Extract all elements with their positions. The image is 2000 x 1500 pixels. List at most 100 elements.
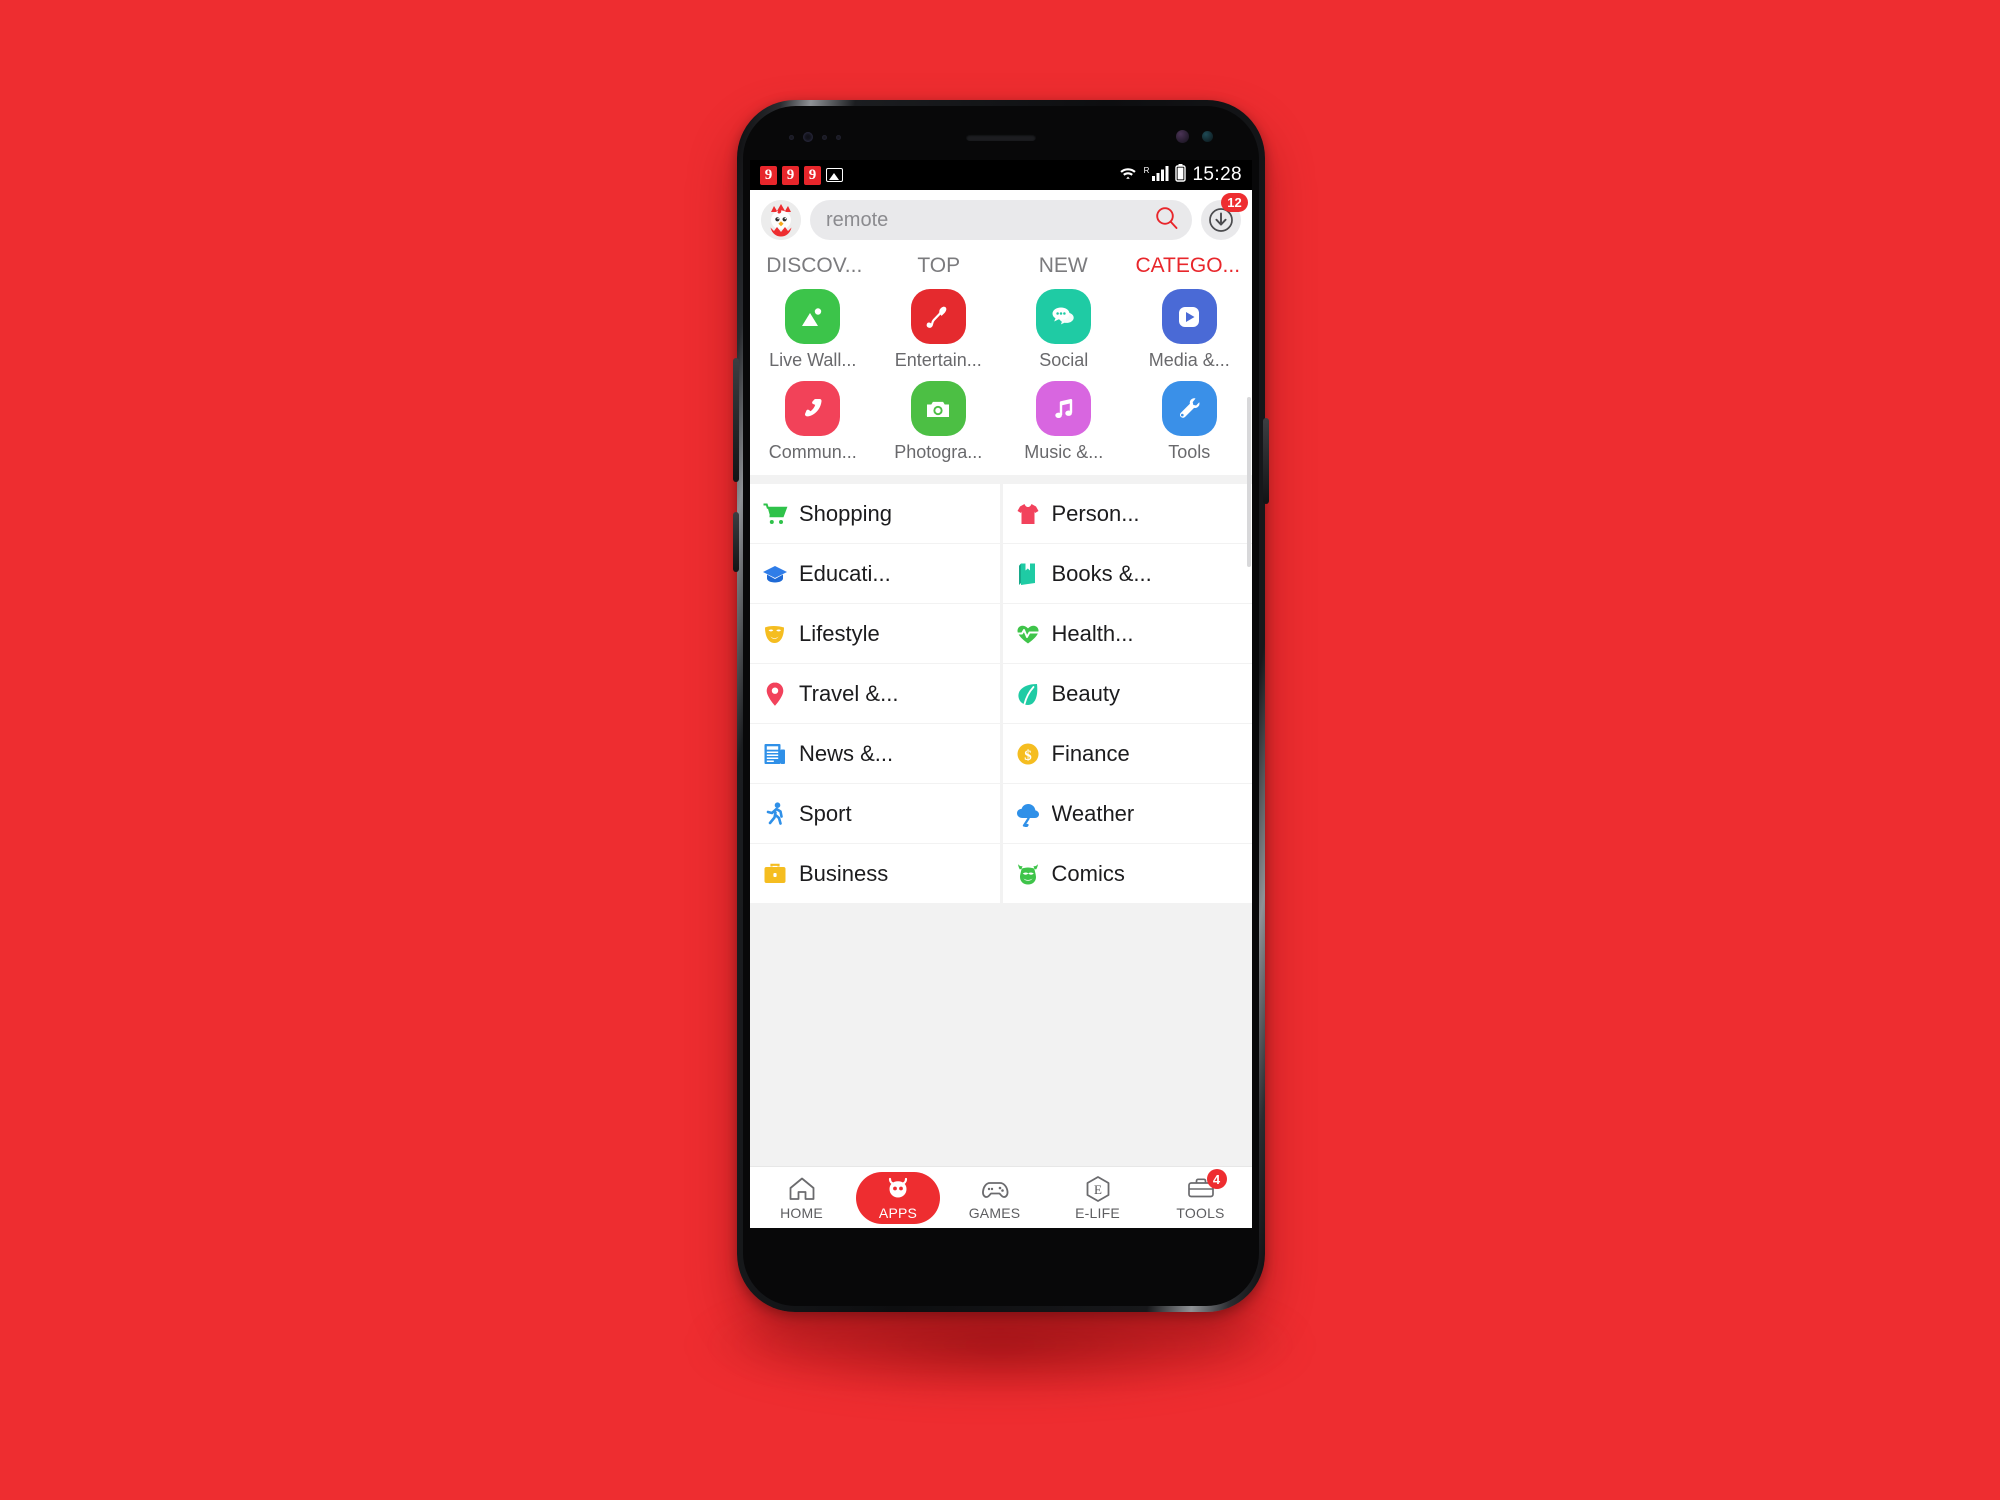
phone-device: 9 9 9 R 15:28 remote 12 DISCOV... TOP NE…: [733, 100, 1269, 1312]
list-item-weather[interactable]: Weather: [999, 784, 1252, 844]
category-content-scroll[interactable]: Live Wall... Entertain... Social Media &…: [750, 275, 1252, 1166]
front-camera-icon: [1176, 130, 1189, 143]
tools-count-badge: 4: [1206, 1169, 1227, 1189]
notification-badge: 9: [782, 165, 799, 185]
list-item-business[interactable]: Business: [750, 844, 1000, 904]
light-sensor-icon: [822, 134, 827, 140]
table-row: Shopping Person...: [750, 484, 1252, 544]
iris-sensor-icon: [803, 132, 813, 142]
list-item-travel[interactable]: Travel &...: [750, 664, 1000, 724]
runner-icon: [762, 801, 788, 827]
search-header: remote 12: [750, 190, 1252, 249]
grid-item-label: Live Wall...: [769, 350, 857, 370]
list-item-health[interactable]: Health...: [999, 604, 1252, 664]
featured-category-grid: Live Wall... Entertain... Social Media &…: [750, 275, 1252, 475]
grid-item-music[interactable]: Music &...: [1001, 377, 1127, 469]
list-item-shopping[interactable]: Shopping: [750, 484, 1000, 544]
nav-item-label: GAMES: [968, 1205, 1021, 1221]
category-list: Shopping Person... Educati... Books &...…: [750, 484, 1252, 904]
grid-item-label: Social: [1039, 350, 1089, 370]
tshirt-icon: [1015, 501, 1041, 527]
nav-item-home[interactable]: HOME: [750, 1167, 853, 1228]
power-button[interactable]: [1263, 418, 1269, 504]
grid-item-label: Music &...: [1024, 442, 1104, 462]
phone-screen: 9 9 9 R 15:28 remote 12 DISCOV... TOP NE…: [750, 160, 1252, 1228]
chat-bubbles-icon: [1036, 289, 1092, 344]
grid-row: Live Wall... Entertain... Social Media &…: [750, 285, 1252, 377]
nav-item-label: E-LIFE: [1075, 1205, 1120, 1221]
list-item-beauty[interactable]: Beauty: [999, 664, 1252, 724]
download-button[interactable]: 12: [1201, 193, 1248, 240]
list-item-books[interactable]: Books &...: [999, 544, 1252, 604]
list-item-label: Comics: [1051, 860, 1125, 886]
wifi-icon: [1118, 165, 1138, 186]
devil-mask-icon: [1015, 861, 1041, 887]
list-item-label: Books &...: [1051, 560, 1152, 586]
coin-dollar-icon: $: [1015, 741, 1041, 767]
list-item-comics[interactable]: Comics: [999, 844, 1252, 904]
search-input[interactable]: remote: [810, 200, 1192, 240]
list-item-lifestyle[interactable]: Lifestyle: [750, 604, 1000, 664]
notification-badge: 9: [760, 165, 777, 185]
assistant-button[interactable]: [733, 512, 739, 572]
clock-time: 15:28: [1192, 164, 1242, 185]
grid-item-label: Tools: [1168, 442, 1211, 462]
svg-text:$: $: [1024, 748, 1032, 764]
list-item-news[interactable]: News &...: [750, 724, 1000, 784]
grid-item-social[interactable]: Social: [1001, 285, 1127, 377]
list-item-label: Weather: [1051, 800, 1135, 826]
status-bar: 9 9 9 R 15:28: [750, 160, 1252, 190]
notification-badge: 9: [804, 165, 821, 185]
grid-item-entertainment[interactable]: Entertain...: [876, 285, 1002, 377]
chick-avatar[interactable]: [761, 200, 801, 240]
list-item-label: News &...: [799, 740, 894, 766]
list-item-finance[interactable]: $ Finance: [999, 724, 1252, 784]
nav-item-apps[interactable]: APPS: [856, 1171, 940, 1224]
phone-icon: [785, 381, 841, 436]
toolbox-icon: 4: [1186, 1169, 1227, 1204]
roaming-label: R: [1143, 165, 1150, 175]
music-note-icon: [1036, 381, 1092, 436]
grid-item-label: Photogra...: [894, 442, 983, 462]
map-pin-icon: [762, 681, 788, 707]
list-item-label: Travel &...: [799, 680, 899, 706]
nav-item-label: HOME: [780, 1205, 823, 1221]
heart-pulse-icon: [1015, 621, 1041, 647]
list-item-sport[interactable]: Sport: [750, 784, 1000, 844]
grid-item-communication[interactable]: Commun...: [750, 377, 876, 469]
volume-button[interactable]: [733, 358, 739, 482]
storm-cloud-icon: [1015, 801, 1041, 827]
list-item-label: Educati...: [799, 560, 891, 586]
grid-item-tools[interactable]: Tools: [1127, 377, 1253, 469]
status-bar-notifications: 9 9 9: [760, 165, 843, 185]
bottom-navigation-bar: HOME APPS GAMES E E-LIFE 4 TOOLS: [750, 1166, 1252, 1228]
battery-icon: [1175, 163, 1187, 187]
grid-item-media[interactable]: Media &...: [1127, 285, 1253, 377]
list-item-education[interactable]: Educati...: [750, 544, 1000, 604]
grid-item-label: Commun...: [768, 442, 857, 462]
phone-bezel: 9 9 9 R 15:28 remote 12 DISCOV... TOP NE…: [743, 106, 1259, 1306]
sensor-cluster-left: [789, 132, 841, 142]
nav-item-tools[interactable]: 4 TOOLS: [1149, 1167, 1252, 1228]
grid-item-label: Media &...: [1148, 350, 1230, 370]
list-item-personalization[interactable]: Person...: [999, 484, 1252, 544]
iris-camera-icon: [1202, 131, 1213, 142]
microphone-icon: [910, 289, 966, 344]
list-item-label: Shopping: [799, 500, 892, 526]
grid-item-live-wallpaper[interactable]: Live Wall...: [750, 285, 876, 377]
list-item-label: Business: [799, 860, 889, 886]
vertical-scrollbar[interactable]: [1247, 397, 1251, 567]
search-icon[interactable]: [1154, 205, 1180, 236]
wrench-icon: [1161, 381, 1217, 436]
nav-item-elife[interactable]: E E-LIFE: [1046, 1167, 1149, 1228]
grid-item-photography[interactable]: Photogra...: [876, 377, 1002, 469]
list-item-label: Beauty: [1051, 680, 1121, 706]
play-button-icon: [1161, 289, 1217, 344]
earpiece-speaker: [966, 134, 1036, 141]
grid-row: Commun... Photogra... Music &... Tools: [750, 377, 1252, 469]
nav-item-games[interactable]: GAMES: [943, 1167, 1046, 1228]
list-item-label: Health...: [1051, 620, 1134, 646]
table-row: Educati... Books &...: [750, 544, 1252, 604]
table-row: News &... $ Finance: [750, 724, 1252, 784]
grid-item-label: Entertain...: [894, 350, 982, 370]
